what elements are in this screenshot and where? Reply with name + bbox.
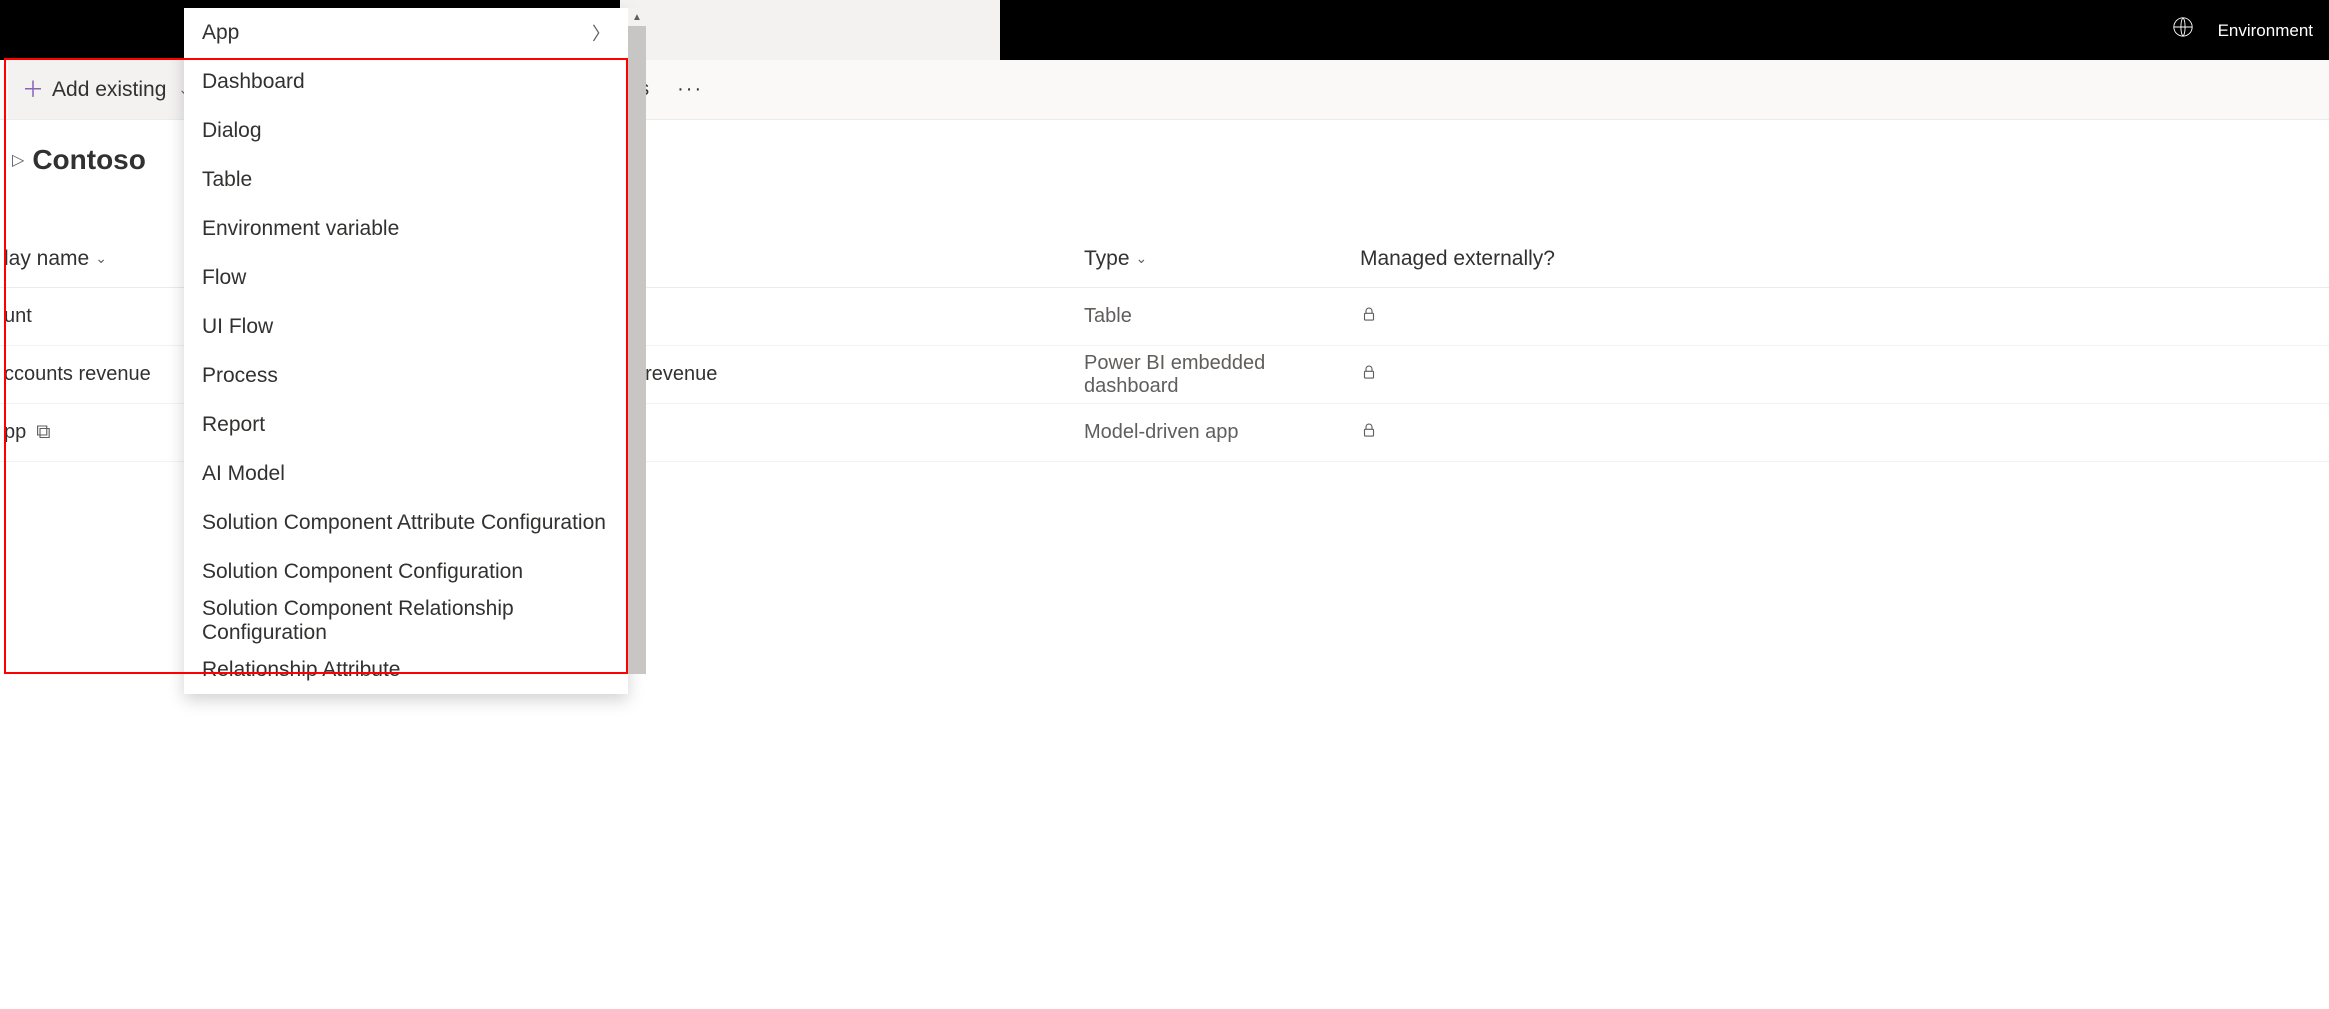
collapse-icon[interactable]: ▷ xyxy=(12,150,24,170)
row-managed xyxy=(1360,363,2329,387)
search-area[interactable] xyxy=(620,0,1000,60)
menu-item[interactable]: Solution Component Relationship Configur… xyxy=(184,596,628,645)
row-display-name: pp xyxy=(4,421,26,444)
row-display-name: ccounts revenue xyxy=(4,363,151,386)
menu-item-label: Dashboard xyxy=(202,70,305,94)
row-display-name: unt xyxy=(4,305,32,328)
menu-item-label: Solution Component Configuration xyxy=(202,560,523,584)
row-type: Table xyxy=(1084,305,1360,328)
menu-item[interactable]: Report xyxy=(184,400,628,449)
column-type[interactable]: Type ⌄ xyxy=(1084,247,1360,271)
row-managed xyxy=(1360,305,2329,329)
column-managed[interactable]: Managed externally? xyxy=(1360,247,2329,271)
menu-item[interactable]: Dashboard xyxy=(184,57,628,106)
menu-item[interactable]: Process xyxy=(184,351,628,400)
menu-item[interactable]: App 〉 xyxy=(184,8,628,57)
menu-item[interactable]: Flow xyxy=(184,253,628,302)
more-commands-button[interactable]: ··· xyxy=(677,78,703,101)
menu-item-label: Flow xyxy=(202,266,246,290)
open-in-new-icon[interactable]: ⧉ xyxy=(36,421,50,444)
menu-item[interactable]: Relationship Attribute xyxy=(184,645,628,694)
row-name: ts revenue xyxy=(624,363,1084,386)
menu-item-label: Dialog xyxy=(202,119,262,143)
menu-item-label: Solution Component Relationship Configur… xyxy=(202,597,610,645)
menu-item[interactable]: Solution Component Configuration xyxy=(184,547,628,596)
menu-item[interactable]: Table xyxy=(184,155,628,204)
scroll-up-arrow[interactable]: ▲ xyxy=(628,8,646,26)
menu-item[interactable]: Solution Component Attribute Configurati… xyxy=(184,498,628,547)
chevron-right-icon: 〉 xyxy=(592,20,610,46)
page-title: Contoso xyxy=(32,144,146,176)
add-existing-button[interactable]: ＋ Add existing ⌄ xyxy=(8,60,204,119)
menu-item[interactable]: AI Model xyxy=(184,449,628,498)
plus-icon: ＋ xyxy=(22,79,44,101)
menu-item-label: Environment variable xyxy=(202,217,399,241)
menu-item[interactable]: Dialog xyxy=(184,106,628,155)
add-existing-label: Add existing xyxy=(52,78,166,102)
row-type: Model-driven app xyxy=(1084,421,1360,444)
add-existing-menu: App 〉 Dashboard Dialog Table Environment vari… xyxy=(184,8,628,694)
menu-item-label: UI Flow xyxy=(202,315,273,339)
environment-block[interactable]: Environment xyxy=(2156,0,2329,60)
menu-item-label: App xyxy=(202,21,239,45)
menu-item[interactable]: UI Flow xyxy=(184,302,628,351)
menu-item-label: Solution Component Attribute Configurati… xyxy=(202,511,606,535)
menu-item-label: Table xyxy=(202,168,252,192)
globe-icon xyxy=(2172,16,2194,44)
environment-label: Environment xyxy=(2218,22,2313,39)
row-type: Power BI embedded dashboard xyxy=(1084,352,1360,398)
row-managed xyxy=(1360,421,2329,445)
menu-item-label: Process xyxy=(202,364,278,388)
lock-icon xyxy=(1360,364,1378,386)
chevron-down-icon: ⌄ xyxy=(1136,250,1148,267)
menu-scrollbar[interactable]: ▲ xyxy=(628,8,646,674)
row-name: pp xyxy=(624,421,1084,444)
menu-item-label: Report xyxy=(202,413,265,437)
menu-item[interactable]: Environment variable xyxy=(184,204,628,253)
menu-item-label: Relationship Attribute xyxy=(202,658,400,682)
chevron-down-icon: ⌄ xyxy=(95,250,107,267)
menu-item-label: AI Model xyxy=(202,462,285,486)
lock-icon xyxy=(1360,306,1378,328)
lock-icon xyxy=(1360,422,1378,444)
